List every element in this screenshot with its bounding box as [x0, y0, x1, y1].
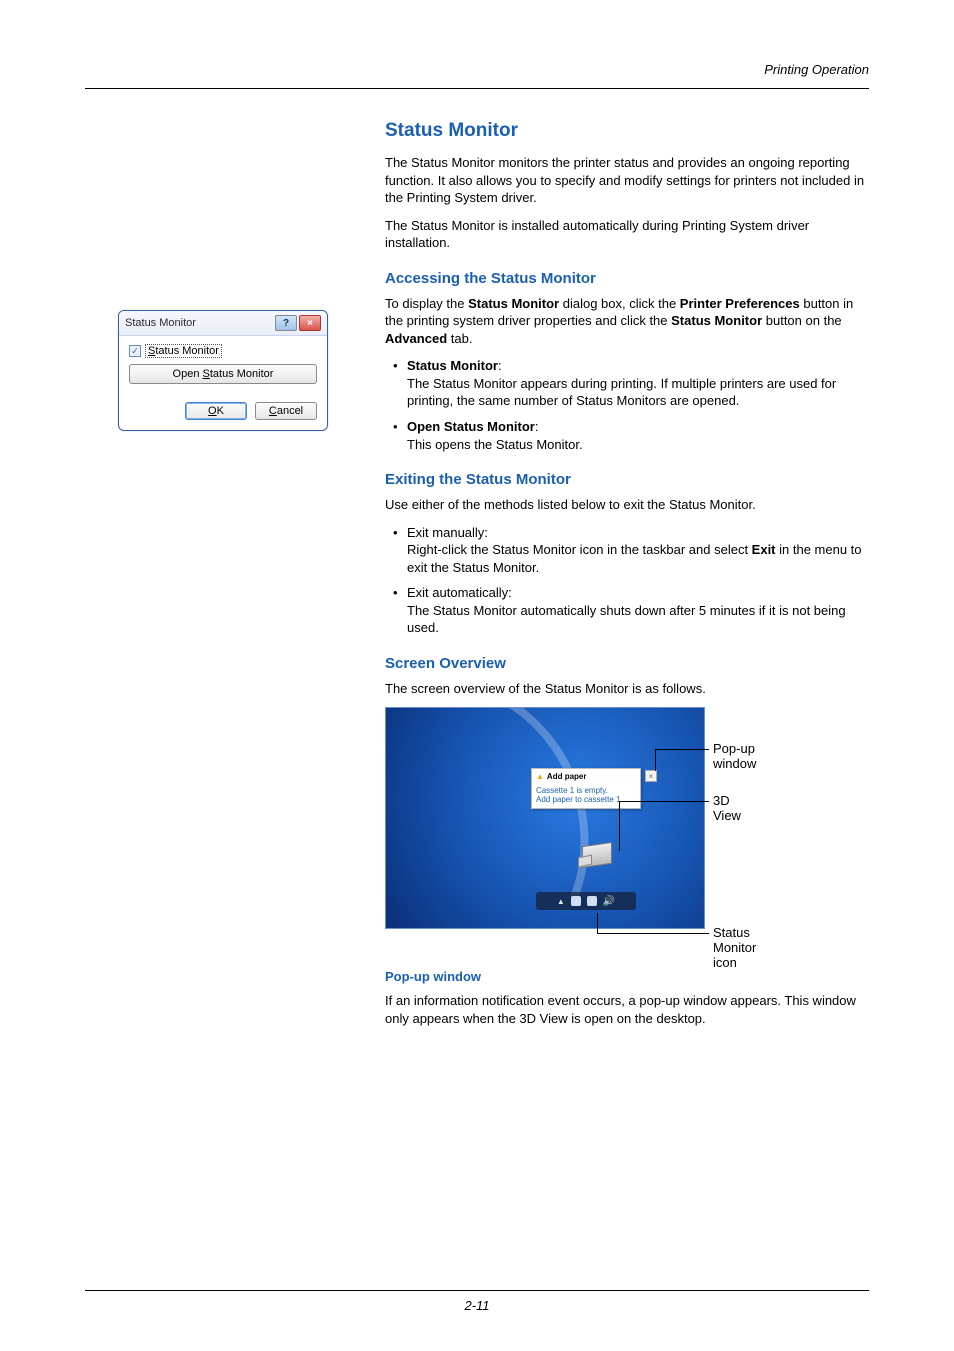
popup-close-icon[interactable]: × [645, 770, 657, 782]
printer-3d-view [578, 838, 618, 872]
footer-rule [85, 1290, 869, 1291]
screen-overview-figure: ▲Add paper Cassette 1 is empty. Add pape… [385, 707, 705, 929]
popup-section-heading: Pop-up window [385, 969, 869, 984]
tray-icon [587, 896, 597, 906]
popup-section-text: If an information notification event occ… [385, 992, 869, 1027]
open-status-monitor-button[interactable]: Open Status Monitor [129, 364, 317, 384]
help-button[interactable]: ? [275, 315, 297, 331]
close-button[interactable]: × [299, 315, 321, 331]
taskbar: ▲ 🔊 [536, 892, 636, 910]
overview-intro: The screen overview of the Status Monito… [385, 680, 869, 698]
accessing-paragraph: To display the Status Monitor dialog box… [385, 295, 869, 348]
tray-speaker-icon: 🔊 [603, 896, 615, 907]
list-item: Exit automatically: The Status Monitor a… [407, 584, 869, 637]
exiting-heading: Exiting the Status Monitor [385, 471, 869, 488]
cancel-button[interactable]: Cancel [255, 402, 317, 420]
status-monitor-dialog: Status Monitor ? × ✓ Status Monitor Open… [118, 310, 328, 431]
header-section: Printing Operation [764, 62, 869, 77]
status-monitor-checkbox-label: Status Monitor [145, 344, 222, 358]
warning-icon: ▲ [536, 772, 544, 781]
list-item: Open Status Monitor: This opens the Stat… [407, 418, 869, 453]
list-item: Exit manually: Right-click the Status Mo… [407, 524, 869, 577]
popup-window: ▲Add paper Cassette 1 is empty. Add pape… [531, 768, 641, 809]
page-title: Status Monitor [385, 120, 869, 142]
exiting-intro: Use either of the methods listed below t… [385, 496, 869, 514]
callout-3dview: 3D View [713, 793, 741, 823]
tray-icon [571, 896, 581, 906]
header-rule [85, 88, 869, 89]
dialog-titlebar: Status Monitor ? × [119, 311, 327, 336]
intro-paragraph-2: The Status Monitor is installed automati… [385, 217, 869, 252]
overview-heading: Screen Overview [385, 655, 869, 672]
status-monitor-checkbox[interactable]: ✓ [129, 345, 141, 357]
tray-arrow-icon: ▲ [557, 897, 565, 906]
dialog-title: Status Monitor [125, 317, 196, 329]
list-item: Status Monitor: The Status Monitor appea… [407, 357, 869, 410]
callout-popup: Pop-up window [713, 741, 756, 771]
accessing-heading: Accessing the Status Monitor [385, 270, 869, 287]
ok-button[interactable]: OK [185, 402, 247, 420]
intro-paragraph-1: The Status Monitor monitors the printer … [385, 154, 869, 207]
checkbox-text: tatus Monitor [155, 345, 219, 357]
page-number: 2-11 [0, 1298, 954, 1313]
callout-tray: Status Monitor icon [713, 925, 756, 970]
